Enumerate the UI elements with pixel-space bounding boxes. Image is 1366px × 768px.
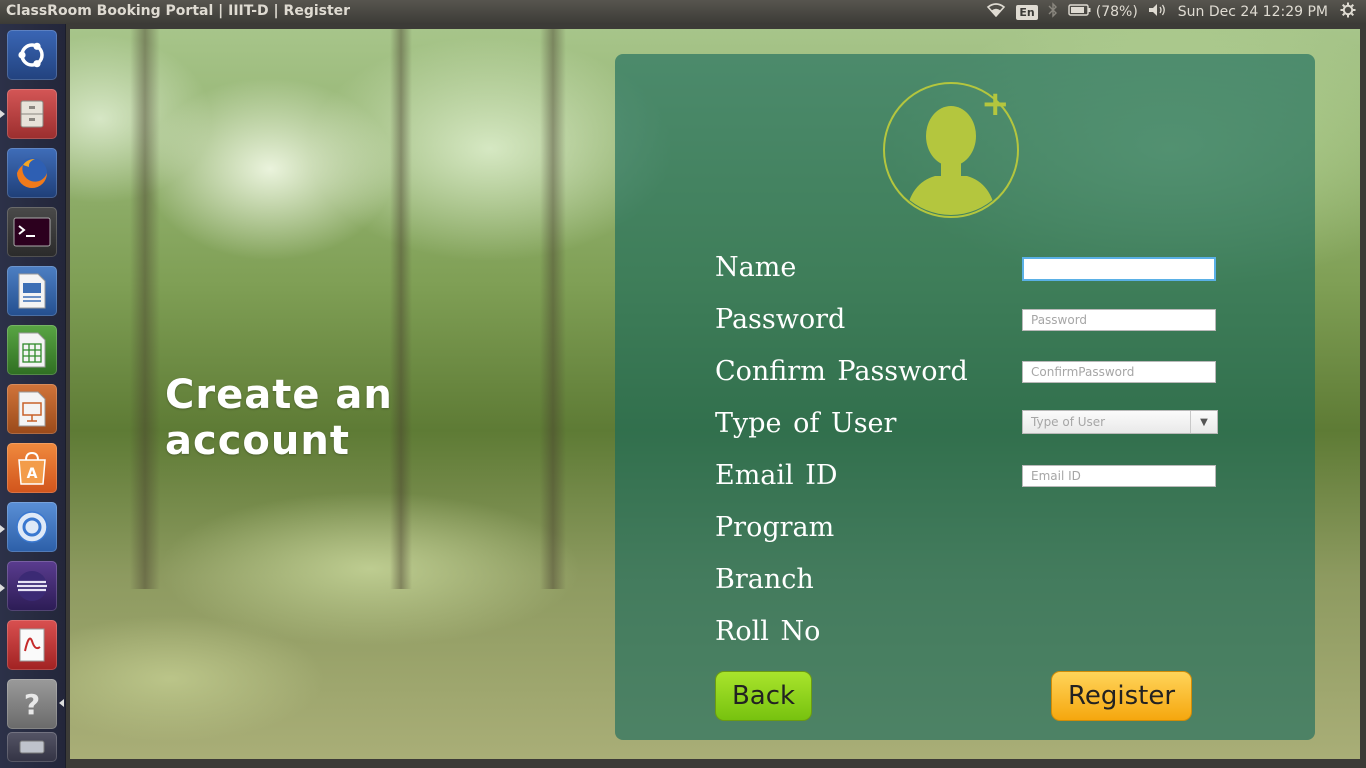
password-label: Password: [715, 304, 846, 335]
add-user-plus-icon: +: [981, 84, 1010, 124]
gear-icon[interactable]: [1340, 2, 1356, 22]
running-indicator: [0, 525, 5, 533]
wifi-icon[interactable]: [986, 3, 1006, 21]
svg-text:?: ?: [24, 688, 40, 721]
background-tree: [540, 29, 566, 589]
confirm-password-input[interactable]: [1022, 361, 1216, 383]
registration-form-card: + Name Password Confirm Password Type of…: [615, 54, 1315, 740]
chevron-down-icon[interactable]: ▼: [1190, 411, 1217, 433]
email-input[interactable]: [1022, 465, 1216, 487]
keyboard-layout-indicator[interactable]: En: [1016, 4, 1038, 20]
help-launcher-button[interactable]: ?: [7, 679, 57, 729]
spreadsheet-icon: [18, 332, 46, 368]
writer-launcher-button[interactable]: [7, 266, 57, 316]
pdf-document-icon: [19, 628, 45, 662]
program-label: Program: [715, 512, 835, 543]
impress-launcher-button[interactable]: [7, 384, 57, 434]
help-icon: ?: [24, 688, 40, 721]
firefox-icon: [17, 158, 47, 188]
type-of-user-select[interactable]: Type of User ▼: [1022, 410, 1218, 434]
system-tray: En (78%) Sun Dec 24 12:29 PM: [986, 0, 1366, 24]
bluetooth-icon[interactable]: [1048, 2, 1058, 22]
back-button[interactable]: Back: [715, 671, 812, 721]
svg-text:A: A: [27, 466, 38, 482]
top-panel: ClassRoom Booking Portal | IIIT-D | Regi…: [0, 0, 1366, 24]
email-label: Email ID: [715, 460, 838, 491]
software-center-launcher-button[interactable]: A: [7, 443, 57, 493]
calc-launcher-button[interactable]: [7, 325, 57, 375]
branch-label: Branch: [715, 564, 814, 595]
register-button[interactable]: Register: [1051, 671, 1192, 721]
terminal-launcher-button[interactable]: [7, 207, 57, 257]
eclipse-launcher-button[interactable]: [7, 561, 57, 611]
background-tree: [390, 29, 412, 589]
text-document-icon: [18, 273, 46, 309]
launcher: A ?: [0, 24, 66, 768]
file-cabinet-icon: [20, 100, 44, 128]
chromium-icon: [16, 511, 48, 543]
window-title: ClassRoom Booking Portal | IIIT-D | Regi…: [6, 3, 351, 19]
ubuntu-logo-icon: [18, 42, 44, 68]
registration-window: Create an account + Name Password Confir…: [70, 29, 1360, 759]
name-input[interactable]: [1022, 257, 1216, 281]
running-indicator: [0, 110, 5, 118]
presentation-icon: [18, 391, 46, 427]
chromium-launcher-button[interactable]: [7, 502, 57, 552]
running-indicator: [0, 584, 5, 592]
document-viewer-launcher-button[interactable]: [7, 620, 57, 670]
battery-icon[interactable]: [1068, 3, 1092, 21]
volume-icon[interactable]: [1148, 3, 1168, 21]
password-input[interactable]: [1022, 309, 1216, 331]
eclipse-icon: [17, 571, 47, 601]
battery-percent: (78%): [1095, 4, 1138, 20]
terminal-icon: [13, 217, 51, 247]
roll-no-label: Roll No: [715, 616, 821, 647]
name-label: Name: [715, 252, 797, 283]
type-of-user-placeholder: Type of User: [1031, 415, 1106, 429]
running-indicator: [59, 699, 64, 707]
type-of-user-label: Type of User: [715, 408, 897, 439]
shopping-bag-icon: A: [18, 451, 46, 485]
removable-drive-launcher-button[interactable]: [7, 732, 57, 762]
clock[interactable]: Sun Dec 24 12:29 PM: [1178, 4, 1328, 20]
page-title: Create an account: [165, 372, 393, 464]
drive-icon: [19, 740, 45, 754]
firefox-launcher-button[interactable]: [7, 148, 57, 198]
ubuntu-dash-button[interactable]: [7, 30, 57, 80]
background-tree: [130, 29, 160, 589]
files-launcher-button[interactable]: [7, 89, 57, 139]
confirm-password-label: Confirm Password: [715, 356, 968, 387]
